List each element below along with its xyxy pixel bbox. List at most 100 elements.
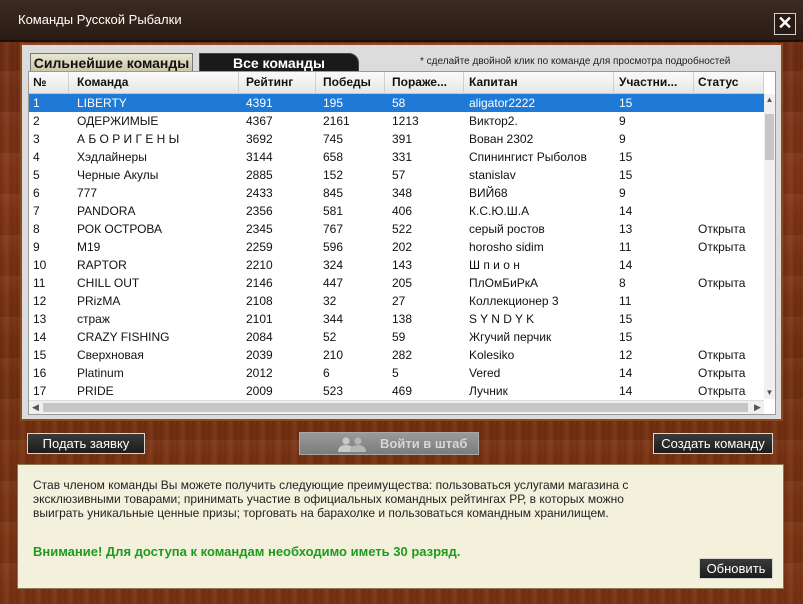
table-row[interactable]: 7 PANDORA 2356 581 406 К.С.Ю.Ш.А 14 bbox=[29, 202, 764, 220]
cell-number: 14 bbox=[33, 330, 47, 344]
cell-rating: 2210 bbox=[246, 258, 273, 272]
table-row[interactable]: 4 Хэдлайнеры 3144 658 331 Спинингист Рыболов 1… bbox=[29, 148, 764, 166]
cell-status: Открыта bbox=[698, 240, 746, 254]
cell-team: Черные Акулы bbox=[77, 168, 159, 182]
cell-captain: К.С.Ю.Ш.А bbox=[469, 204, 530, 218]
cell-members: 11 bbox=[619, 240, 632, 254]
cell-number: 8 bbox=[33, 222, 40, 236]
cell-rating: 4367 bbox=[246, 114, 273, 128]
refresh-button[interactable]: Обновить bbox=[699, 558, 773, 579]
teams-table: № Команда Рейтинг Победы Пораже... Капит… bbox=[28, 71, 776, 415]
cell-team: 777 bbox=[77, 186, 98, 200]
cell-wins: 581 bbox=[323, 204, 344, 218]
vertical-scroll-thumb[interactable] bbox=[765, 114, 774, 160]
cell-wins: 210 bbox=[323, 348, 344, 362]
cell-number: 6 bbox=[33, 186, 40, 200]
table-row[interactable]: 3 А Б О Р И Г Е Н Ы 3692 745 391 Вован 2302 9 bbox=[29, 130, 764, 148]
cell-members: 14 bbox=[619, 204, 633, 218]
table-row[interactable]: 9 M19 2259 596 202 horosho sidim 11 Открыта bbox=[29, 238, 764, 256]
column-header-status[interactable]: Статус bbox=[694, 72, 764, 93]
vertical-scrollbar[interactable]: ▲ ▼ bbox=[764, 94, 775, 399]
scroll-left-arrow-icon[interactable]: ◀ bbox=[29, 401, 42, 414]
table-row[interactable]: 8 РОК ОСТРОВА 2345 767 522 серый ростов 13 Откр… bbox=[29, 220, 764, 238]
table-row[interactable]: 17 PRIDE 2009 523 469 Лучник 14 Открыта bbox=[29, 382, 764, 400]
cell-members: 15 bbox=[619, 168, 633, 182]
table-row[interactable]: 1 LIBERTY 4391 195 58 aligator2222 15 bbox=[29, 94, 764, 112]
column-header-rating[interactable]: Рейтинг bbox=[239, 72, 316, 93]
cell-losses: 5 bbox=[392, 366, 399, 380]
cell-wins: 324 bbox=[323, 258, 344, 272]
cell-status: Открыта bbox=[698, 366, 746, 380]
cell-rating: 2345 bbox=[246, 222, 273, 236]
table-row[interactable]: 14 CRAZY FISHING 2084 52 59 Жгучий перчик 15 bbox=[29, 328, 764, 346]
cell-status bbox=[694, 184, 764, 202]
horizontal-scroll-thumb[interactable] bbox=[43, 403, 748, 412]
horizontal-scrollbar[interactable]: ◀ ▶ bbox=[29, 400, 764, 414]
cell-captain: Kolesiko bbox=[469, 348, 515, 362]
table-row[interactable]: 6 777 2433 845 348 ВИЙ68 9 bbox=[29, 184, 764, 202]
table-row[interactable]: 13 страж 2101 344 138 S Y N D Y K 15 bbox=[29, 310, 764, 328]
cell-wins: 195 bbox=[323, 96, 344, 110]
create-team-button[interactable]: Создать команду bbox=[653, 433, 773, 454]
cell-losses: 205 bbox=[392, 276, 413, 290]
cell-rating: 2009 bbox=[246, 384, 273, 398]
cell-number: 4 bbox=[33, 150, 40, 164]
column-header-captain[interactable]: Капитан bbox=[464, 72, 614, 93]
cell-members: 15 bbox=[619, 330, 633, 344]
cell-team: LIBERTY bbox=[77, 96, 127, 110]
scroll-down-arrow-icon[interactable]: ▼ bbox=[764, 387, 775, 399]
scroll-up-arrow-icon[interactable]: ▲ bbox=[764, 94, 775, 106]
tab-all-teams[interactable]: Все команды bbox=[199, 53, 359, 72]
cell-number: 5 bbox=[33, 168, 40, 182]
cell-losses: 59 bbox=[392, 330, 406, 344]
table-row[interactable]: 15 Сверхновая 2039 210 282 Kolesiko 12 Открыта bbox=[29, 346, 764, 364]
cell-status bbox=[694, 202, 764, 220]
cell-wins: 32 bbox=[323, 294, 337, 308]
apply-button[interactable]: Подать заявку bbox=[27, 433, 145, 454]
column-header-team[interactable]: Команда bbox=[69, 72, 239, 93]
cell-rating: 2146 bbox=[246, 276, 273, 290]
tab-strongest-teams[interactable]: Сильнейшие команды bbox=[30, 53, 193, 72]
cell-captain: ПлОмБиРкА bbox=[469, 276, 539, 290]
cell-wins: 658 bbox=[323, 150, 344, 164]
cell-team: страж bbox=[77, 312, 110, 326]
cell-rating: 2108 bbox=[246, 294, 273, 308]
info-panel: Став членом команды Вы можете получить с… bbox=[17, 464, 784, 589]
cell-captain: Жгучий перчик bbox=[469, 330, 552, 344]
cell-team: M19 bbox=[77, 240, 101, 254]
cell-status bbox=[694, 166, 764, 184]
cell-number: 16 bbox=[33, 366, 47, 380]
column-header-number[interactable]: № bbox=[29, 72, 69, 93]
column-header-members[interactable]: Участни... bbox=[614, 72, 694, 93]
cell-wins: 2161 bbox=[323, 114, 350, 128]
cell-wins: 596 bbox=[323, 240, 344, 254]
cell-members: 9 bbox=[619, 186, 626, 200]
cell-wins: 523 bbox=[323, 384, 344, 398]
cell-rating: 2084 bbox=[246, 330, 273, 344]
cell-members: 14 bbox=[619, 366, 633, 380]
cell-number: 9 bbox=[33, 240, 40, 254]
table-row[interactable]: 16 Platinum 2012 6 5 Vered 14 Открыта bbox=[29, 364, 764, 382]
cell-captain: ВИЙ68 bbox=[469, 186, 508, 200]
cell-rating: 2101 bbox=[246, 312, 273, 326]
cell-team: Хэдлайнеры bbox=[77, 150, 147, 164]
table-row[interactable]: 10 RAPTOR 2210 324 143 Ш п и о н 14 bbox=[29, 256, 764, 274]
column-header-wins[interactable]: Победы bbox=[316, 72, 385, 93]
column-header-losses[interactable]: Пораже... bbox=[385, 72, 464, 93]
window-title: Команды Русской Рыбалки bbox=[18, 12, 182, 27]
cell-captain: серый ростов bbox=[469, 222, 545, 236]
cell-members: 14 bbox=[619, 258, 633, 272]
table-row[interactable]: 11 CHILL OUT 2146 447 205 ПлОмБиРкА 8 Открыта bbox=[29, 274, 764, 292]
table-row[interactable]: 5 Черные Акулы 2885 152 57 stanislav 15 bbox=[29, 166, 764, 184]
cell-captain: Коллекционер 3 bbox=[469, 294, 559, 308]
table-row[interactable]: 2 ОДЕРЖИМЫЕ 4367 2161 1213 Виктор2. 9 bbox=[29, 112, 764, 130]
enter-hq-button[interactable]: Войти в штаб bbox=[299, 432, 479, 455]
cell-captain: Лучник bbox=[469, 384, 508, 398]
table-row[interactable]: 12 PRizMA 2108 32 27 Коллекционер 3 11 bbox=[29, 292, 764, 310]
cell-losses: 348 bbox=[392, 186, 413, 200]
scroll-right-arrow-icon[interactable]: ▶ bbox=[751, 401, 764, 414]
close-button[interactable]: ✕ bbox=[774, 13, 796, 35]
cell-wins: 344 bbox=[323, 312, 344, 326]
cell-team: А Б О Р И Г Е Н Ы bbox=[77, 132, 180, 146]
cell-losses: 202 bbox=[392, 240, 413, 254]
